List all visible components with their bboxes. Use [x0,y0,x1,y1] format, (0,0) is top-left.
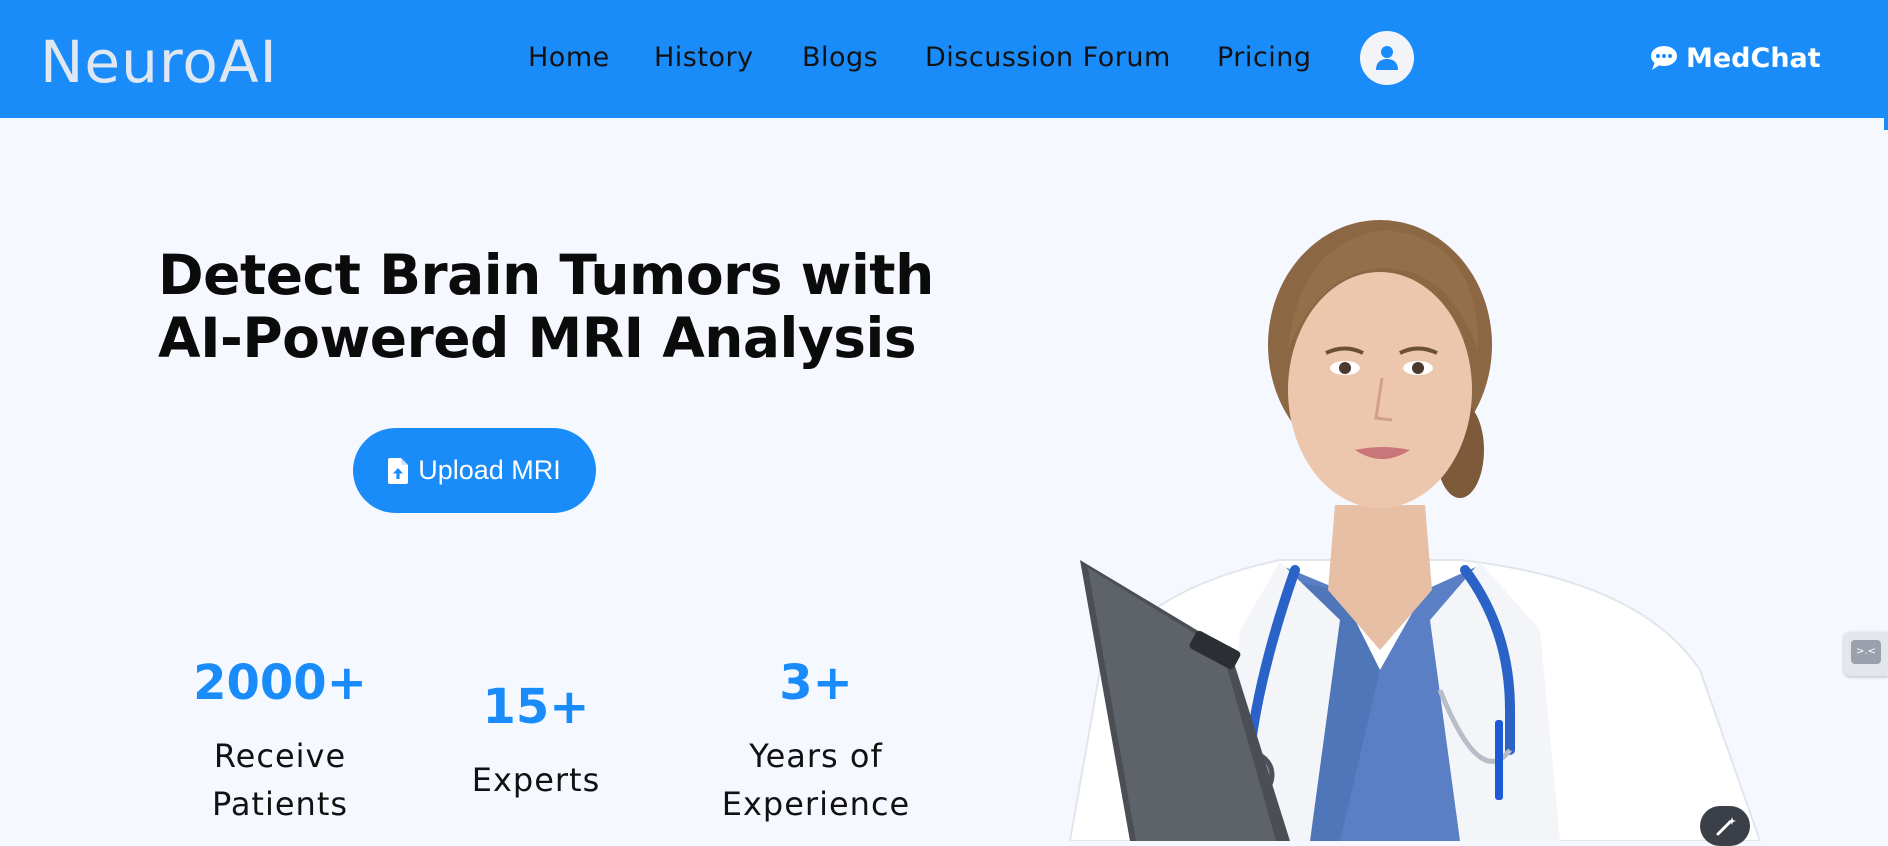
stat-patients-label: Receive Patients [150,732,410,828]
stat-experience-label: Years of Experience [671,732,961,828]
stat-patients-number: 2000+ [193,655,367,711]
magic-wand-icon [1716,817,1736,836]
magic-wand-button[interactable] [1700,806,1750,846]
stat-experience-number: 3+ [779,655,853,711]
nav-link-home[interactable]: Home [528,42,610,74]
user-avatar-button[interactable] [1360,31,1414,85]
nav-link-history[interactable]: History [654,42,754,74]
brand-logo[interactable]: NeuroAI [40,28,278,96]
chat-bubble-icon [1651,46,1677,70]
upload-mri-button[interactable]: Upload MRI [353,428,596,513]
file-upload-icon [388,457,409,484]
extension-widget-button[interactable]: >.< [1844,632,1888,676]
hero-title-line-2: AI-Powered MRI Analysis [158,306,917,370]
nav-link-pricing[interactable]: Pricing [1217,42,1312,74]
scroll-edge-indicator [1884,118,1888,130]
stat-experts-label: Experts [471,761,601,799]
stat-experience-label-line-1: Years of [749,737,883,775]
nav-link-discussion-forum[interactable]: Discussion Forum [925,42,1171,74]
nav-link-blogs[interactable]: Blogs [802,42,878,74]
extension-widget-icon: >.< [1851,640,1881,664]
stat-patients-label-line-1: Receive [213,737,347,775]
doctor-photo [1068,220,1762,841]
user-icon [1376,46,1398,70]
stat-experience-label-line-2: Experience [721,785,911,823]
medchat-button[interactable]: MedChat [1650,42,1821,74]
medchat-label: MedChat [1686,42,1821,74]
stat-patients-label-line-2: Patients [211,785,349,823]
top-navbar: NeuroAI Home History Blogs Discussion Fo… [0,0,1888,118]
hero-title: Detect Brain Tumors with AI-Powered MRI … [158,243,934,370]
hero-title-line-1: Detect Brain Tumors with [158,243,934,307]
upload-mri-label: Upload MRI [418,455,561,485]
stat-experts-number: 15+ [482,679,590,735]
